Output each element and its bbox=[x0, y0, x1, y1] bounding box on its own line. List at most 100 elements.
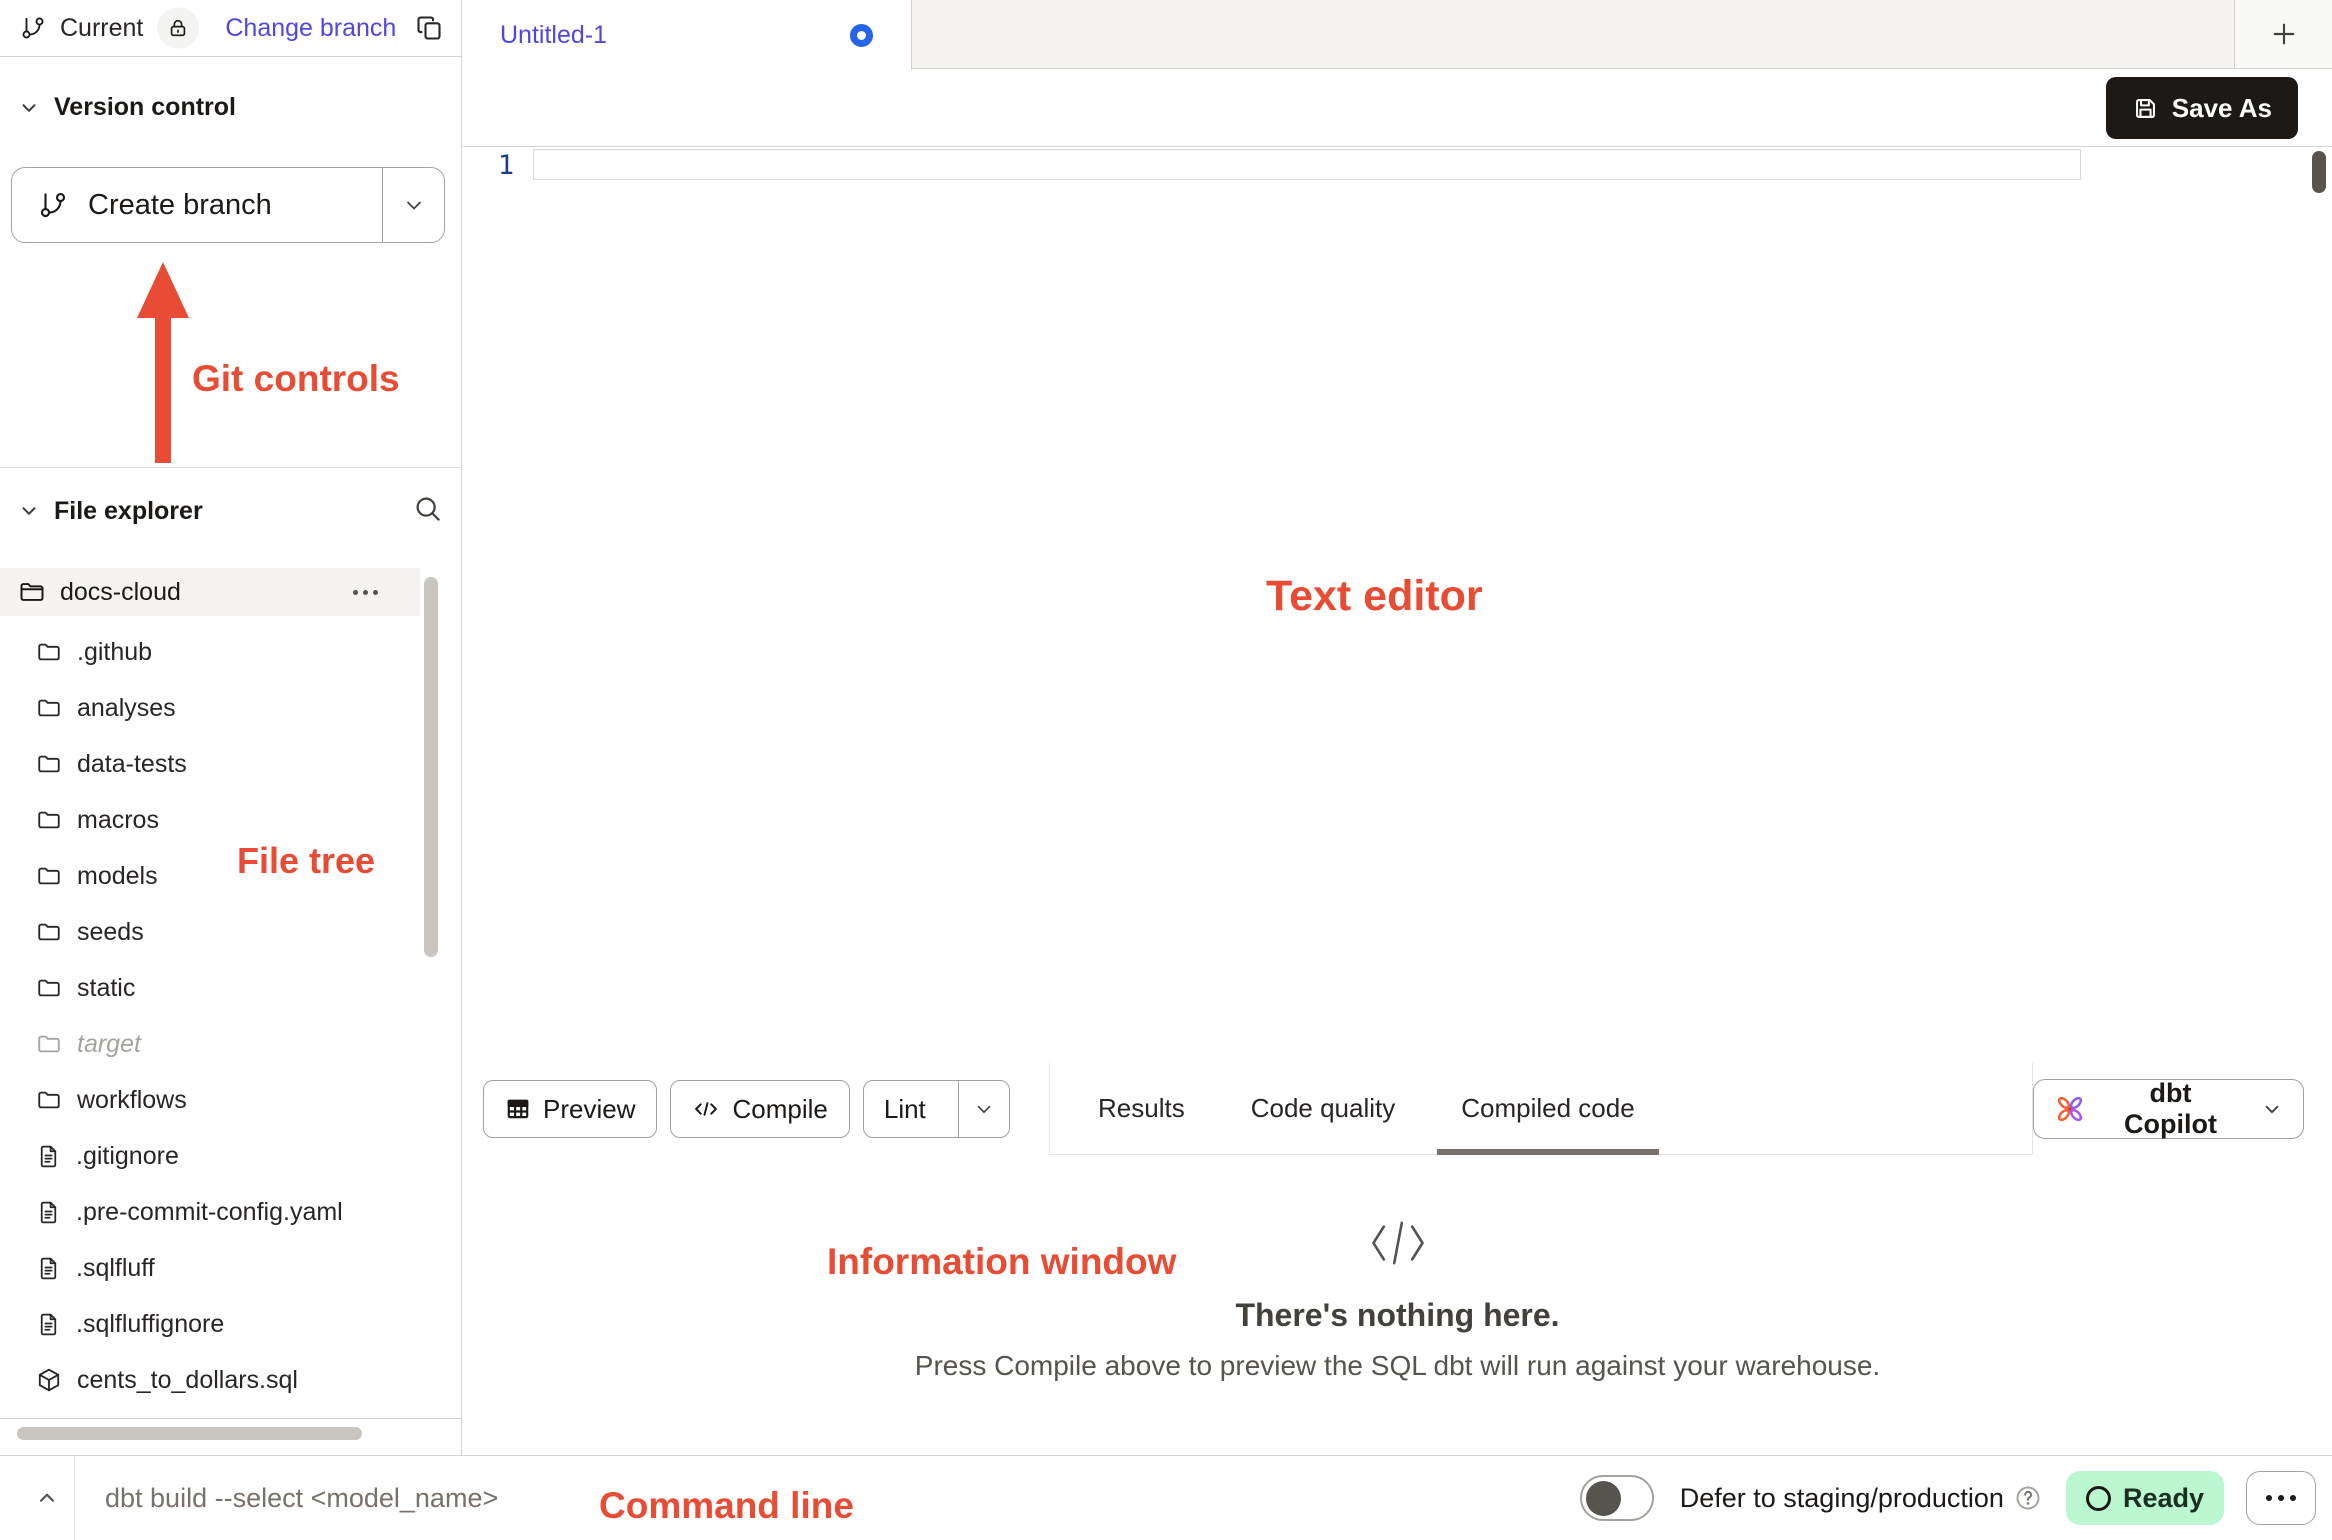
create-branch-main[interactable]: Create branch bbox=[12, 168, 382, 242]
annotation-text-editor: Text editor bbox=[1266, 572, 1483, 621]
folder-icon bbox=[36, 1031, 62, 1057]
dbt-copilot-button[interactable]: dbt Copilot bbox=[2033, 1079, 2304, 1139]
file-label: target bbox=[77, 1030, 141, 1059]
preview-label: Preview bbox=[543, 1094, 635, 1125]
file-row[interactable]: seeds bbox=[0, 904, 420, 960]
create-branch-label: Create branch bbox=[88, 189, 272, 222]
file-tree: .githubanalysesdata-testsmacrosmodelssee… bbox=[0, 624, 461, 1408]
change-branch-link[interactable]: Change branch bbox=[225, 14, 396, 43]
preview-button[interactable]: Preview bbox=[483, 1080, 657, 1138]
editor-current-line[interactable] bbox=[533, 149, 2081, 180]
annotation-information-window: Information window bbox=[827, 1241, 1176, 1283]
file-icon bbox=[36, 1144, 61, 1169]
file-label: analyses bbox=[77, 694, 176, 723]
chevron-down-icon bbox=[2261, 1098, 2283, 1120]
folder-icon bbox=[36, 639, 62, 665]
command-bar-right: Defer to staging/production Ready bbox=[1580, 1471, 2332, 1525]
command-bar: Defer to staging/production Ready bbox=[0, 1455, 2332, 1540]
file-row[interactable]: cents_to_dollars.sql bbox=[0, 1352, 420, 1408]
chevron-down-icon bbox=[18, 97, 40, 119]
chevron-up-icon[interactable] bbox=[34, 1485, 60, 1511]
file-row[interactable]: .sqlfluff bbox=[0, 1240, 420, 1296]
version-control-header[interactable]: Version control bbox=[0, 93, 461, 122]
copy-icon[interactable] bbox=[415, 14, 443, 42]
defer-label: Defer to staging/production bbox=[1680, 1483, 2004, 1514]
file-row-root[interactable]: docs-cloud bbox=[0, 568, 420, 616]
copilot-label: dbt Copilot bbox=[2100, 1078, 2241, 1140]
create-branch-dropdown[interactable] bbox=[382, 168, 444, 242]
file-label: .sqlfluffignore bbox=[76, 1310, 224, 1339]
save-as-button[interactable]: Save As bbox=[2106, 77, 2298, 139]
chevron-down-icon bbox=[973, 1098, 995, 1120]
annotation-command-line: Command line bbox=[599, 1485, 854, 1527]
folder-icon bbox=[36, 863, 62, 889]
chevron-down-icon bbox=[18, 500, 40, 522]
status-ring-icon bbox=[2086, 1486, 2111, 1511]
divider bbox=[74, 1456, 75, 1540]
more-options-button[interactable] bbox=[2246, 1471, 2316, 1525]
plus-icon bbox=[2268, 18, 2300, 50]
horizontal-scroll-strip bbox=[0, 1419, 461, 1455]
folder-icon bbox=[36, 1087, 62, 1113]
more-options-icon[interactable] bbox=[353, 590, 378, 595]
code-icon bbox=[692, 1095, 720, 1123]
sidebar: Current Change branch Version control Cr… bbox=[0, 0, 462, 1455]
file-row[interactable]: target bbox=[0, 1016, 420, 1072]
lint-split-button: Lint bbox=[863, 1080, 1010, 1138]
file-label: cents_to_dollars.sql bbox=[77, 1366, 298, 1395]
file-label: workflows bbox=[77, 1086, 187, 1115]
root-folder-label: docs-cloud bbox=[60, 578, 181, 607]
version-control-section: Version control Create branch bbox=[0, 57, 461, 468]
model-icon bbox=[36, 1367, 62, 1393]
file-row[interactable]: .pre-commit-config.yaml bbox=[0, 1184, 420, 1240]
command-input[interactable] bbox=[105, 1483, 545, 1514]
dbt-copilot-icon bbox=[2054, 1093, 2086, 1125]
result-tabs: ResultsCode qualityCompiled code bbox=[1050, 1063, 2033, 1155]
editor-scrollbar[interactable] bbox=[2312, 151, 2326, 193]
create-branch-button[interactable]: Create branch bbox=[11, 167, 445, 243]
file-icon bbox=[36, 1200, 61, 1225]
copilot-area: dbt Copilot bbox=[2033, 1063, 2332, 1155]
folder-icon bbox=[36, 975, 62, 1001]
unsaved-changes-dot-icon bbox=[850, 24, 873, 47]
help-icon[interactable] bbox=[2014, 1484, 2042, 1512]
file-icon bbox=[36, 1312, 61, 1337]
file-label: .gitignore bbox=[76, 1142, 179, 1171]
tab-untitled-1[interactable]: Untitled-1 bbox=[463, 0, 912, 70]
file-row[interactable]: .gitignore bbox=[0, 1128, 420, 1184]
annotation-arrow-head bbox=[137, 262, 189, 318]
file-explorer-title: File explorer bbox=[54, 497, 203, 526]
file-icon bbox=[36, 1256, 61, 1281]
line-number: 1 bbox=[491, 150, 521, 181]
new-tab-button[interactable] bbox=[2234, 0, 2332, 68]
folder-open-icon bbox=[18, 578, 46, 606]
compile-label: Compile bbox=[732, 1094, 827, 1125]
file-explorer-header[interactable]: File explorer bbox=[0, 494, 461, 528]
file-row[interactable]: data-tests bbox=[0, 736, 420, 792]
action-buttons: Preview Compile Lint bbox=[463, 1063, 1050, 1155]
vertical-scrollbar[interactable] bbox=[424, 577, 438, 957]
file-label: seeds bbox=[77, 918, 144, 947]
lint-dropdown[interactable] bbox=[958, 1081, 1009, 1137]
folder-icon bbox=[36, 919, 62, 945]
search-icon[interactable] bbox=[413, 494, 443, 524]
lint-button[interactable]: Lint bbox=[864, 1081, 946, 1137]
horizontal-scrollbar[interactable] bbox=[17, 1427, 362, 1440]
file-row[interactable]: .sqlfluffignore bbox=[0, 1296, 420, 1352]
result-tab-results[interactable]: Results bbox=[1074, 1063, 1209, 1154]
file-row[interactable]: analyses bbox=[0, 680, 420, 736]
editor-toolbar: Save As bbox=[463, 69, 2332, 147]
file-row[interactable]: .github bbox=[0, 624, 420, 680]
version-control-title: Version control bbox=[54, 93, 236, 122]
result-tab-compiled-code[interactable]: Compiled code bbox=[1437, 1063, 1658, 1154]
result-tab-code-quality[interactable]: Code quality bbox=[1227, 1063, 1420, 1154]
current-branch-label: Current bbox=[60, 14, 143, 43]
tab-strip: Untitled-1 bbox=[463, 0, 2332, 69]
toggle-knob bbox=[1586, 1481, 1621, 1516]
tab-title: Untitled-1 bbox=[500, 21, 607, 50]
file-row[interactable]: workflows bbox=[0, 1072, 420, 1128]
defer-toggle[interactable] bbox=[1580, 1475, 1654, 1521]
information-panel: There's nothing here. Press Compile abov… bbox=[463, 1155, 2332, 1455]
compile-button[interactable]: Compile bbox=[670, 1080, 849, 1138]
file-row[interactable]: static bbox=[0, 960, 420, 1016]
